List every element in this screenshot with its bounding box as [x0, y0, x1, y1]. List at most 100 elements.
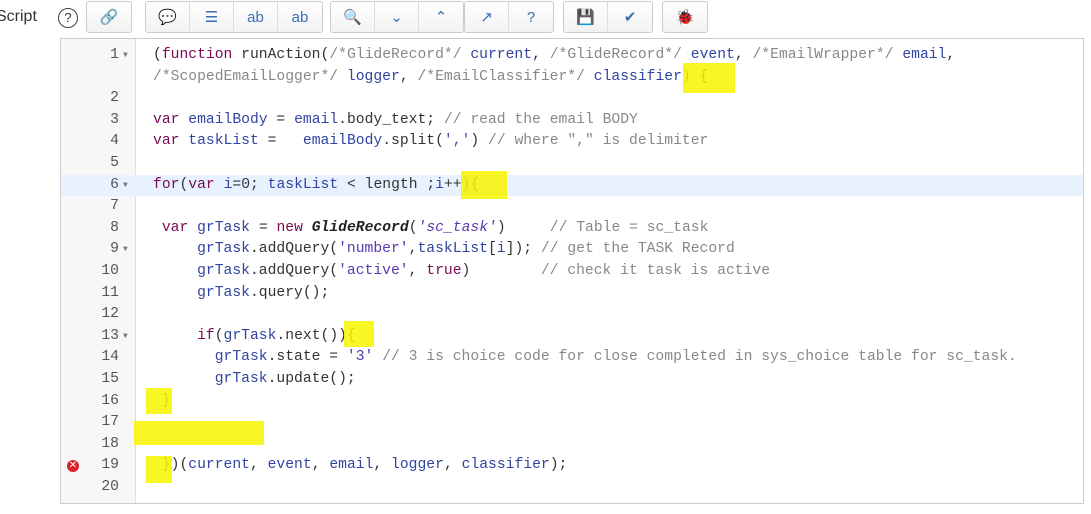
code-line[interactable]: ✕ 19 })(current, event, email, logger, cl…	[61, 455, 1083, 477]
code-text: grTask.state = '3' // 3 is choice code f…	[153, 347, 1017, 369]
code-token: .addQuery(	[249, 262, 339, 279]
code-token: current	[470, 47, 533, 63]
code-token: ,	[532, 47, 550, 63]
code-token: (	[408, 219, 418, 236]
line-number: 7	[110, 198, 119, 215]
code-line[interactable]: 13 ▼ if(grTask.next()){	[61, 326, 1083, 348]
previous-button[interactable]: ⌃	[419, 2, 463, 32]
code-line[interactable]: /*ScopedEmailLogger*/ logger, /*EmailCla…	[61, 67, 1083, 89]
code-token: // read the email BODY	[443, 111, 638, 128]
code-line[interactable]: 9 ▼ grTask.addQuery('number',taskList[i])…	[61, 239, 1083, 261]
code-token: taskList	[267, 176, 339, 193]
code-token: emailBody	[302, 133, 383, 150]
code-token: current	[188, 457, 250, 474]
script-debug-button[interactable]: 🔗	[87, 2, 131, 32]
code-text: (function runAction(/*GlideRecord*/ curr…	[153, 45, 955, 67]
help-button[interactable]: ?	[509, 2, 553, 32]
code-token: )	[496, 219, 550, 236]
code-text: var taskList = emailBody.split(',') // w…	[153, 131, 708, 153]
code-token: ,	[946, 47, 956, 63]
field-help-icon[interactable]: ?	[58, 8, 78, 28]
check-syntax-button[interactable]: ✔	[608, 2, 652, 32]
save-button[interactable]: 💾	[564, 2, 608, 32]
code-token: ,	[399, 68, 418, 85]
highlight-mark	[344, 321, 374, 347]
code-token: ,	[249, 457, 268, 474]
code-token: /*GlideRecord*/	[549, 47, 682, 63]
fold-arrow-icon[interactable]: ▼	[123, 45, 128, 67]
replace-all-button[interactable]: ab	[278, 2, 322, 32]
code-token: var	[161, 219, 189, 236]
replace-button[interactable]: ab	[234, 2, 278, 32]
fullscreen-button[interactable]: ↗	[465, 2, 509, 32]
script-editor[interactable]: 1 ▼ (function runAction(/*GlideRecord*/ cu…	[60, 38, 1084, 504]
code-line[interactable]: 20	[61, 477, 1083, 499]
code-token: ,	[373, 457, 392, 474]
code-token: logger	[346, 68, 400, 85]
code-token: .body_text;	[338, 111, 444, 128]
code-token: (	[153, 47, 162, 63]
code-token: =	[250, 219, 277, 236]
debug-button[interactable]: 🐞	[663, 2, 707, 32]
code-line[interactable]: 5	[61, 153, 1083, 175]
check-syntax-icon: ✔	[623, 9, 637, 26]
fold-arrow-icon[interactable]: ▼	[123, 239, 128, 261]
code-token: '3'	[346, 349, 374, 366]
code-line[interactable]: 7	[61, 196, 1083, 218]
code-token: var	[153, 111, 180, 128]
script-debug-icon: 🔗	[99, 9, 119, 26]
code-line[interactable]: 4 var taskList = emailBody.split(',') // …	[61, 131, 1083, 153]
code-token: ,	[443, 457, 462, 474]
code-token: GlideRecord	[311, 219, 409, 236]
code-line[interactable]: 11 grTask.query();	[61, 283, 1083, 305]
code-token: // where "," is delimiter	[488, 133, 709, 150]
code-token: ,	[734, 47, 753, 63]
code-text: grTask.addQuery('number',taskList[i]); /…	[153, 239, 735, 261]
code-line[interactable]: 6▼for(var i=0; taskList < length ;i++){	[61, 174, 1083, 197]
code-token: for	[153, 176, 180, 193]
code-token: 'sc_task'	[417, 219, 497, 236]
code-token: logger	[391, 457, 444, 474]
code-token: =0;	[232, 176, 268, 193]
code-line[interactable]: 2	[61, 88, 1083, 110]
line-number: 13	[101, 327, 119, 344]
fold-arrow-icon[interactable]: ▼	[123, 175, 128, 197]
code-line[interactable]: 12	[61, 304, 1083, 326]
code-line[interactable]: 3 var emailBody = email.body_text; // rea…	[61, 110, 1083, 132]
highlight-mark	[461, 171, 507, 199]
code-token: event	[267, 457, 312, 474]
line-number: 11	[101, 284, 119, 301]
line-number: 10	[101, 262, 119, 279]
code-line[interactable]: 8 var grTask = new GlideRecord('sc_task'…	[61, 218, 1083, 240]
line-number: 17	[101, 414, 119, 431]
comment-button[interactable]: 💬	[146, 2, 190, 32]
code-token: email	[329, 457, 374, 474]
code-line[interactable]: 10 grTask.addQuery('active', true) // ch…	[61, 261, 1083, 283]
code-token: i	[496, 241, 506, 258]
comment-icon: 💬	[158, 9, 177, 26]
code-token: .split(	[382, 133, 444, 150]
code-line[interactable]: 16 }	[61, 391, 1083, 413]
code-text: grTask.update();	[153, 369, 356, 391]
code-text: })(current, event, email, logger, classi…	[153, 455, 568, 477]
code-line[interactable]: 1 ▼ (function runAction(/*GlideRecord*/ cu…	[61, 45, 1083, 67]
code-line[interactable]: 14 grTask.state = '3' // 3 is choice cod…	[61, 347, 1083, 369]
code-line[interactable]: 15 grTask.update();	[61, 369, 1083, 391]
code-token: i	[435, 176, 444, 193]
code-token: ,	[311, 457, 330, 474]
next-button[interactable]: ⌄	[375, 2, 419, 32]
fold-arrow-icon[interactable]: ▼	[123, 326, 128, 348]
search-button[interactable]: 🔍	[331, 2, 375, 32]
line-number: 12	[101, 306, 119, 323]
format-button[interactable]: ☰	[190, 2, 234, 32]
line-number: 9	[110, 241, 119, 258]
